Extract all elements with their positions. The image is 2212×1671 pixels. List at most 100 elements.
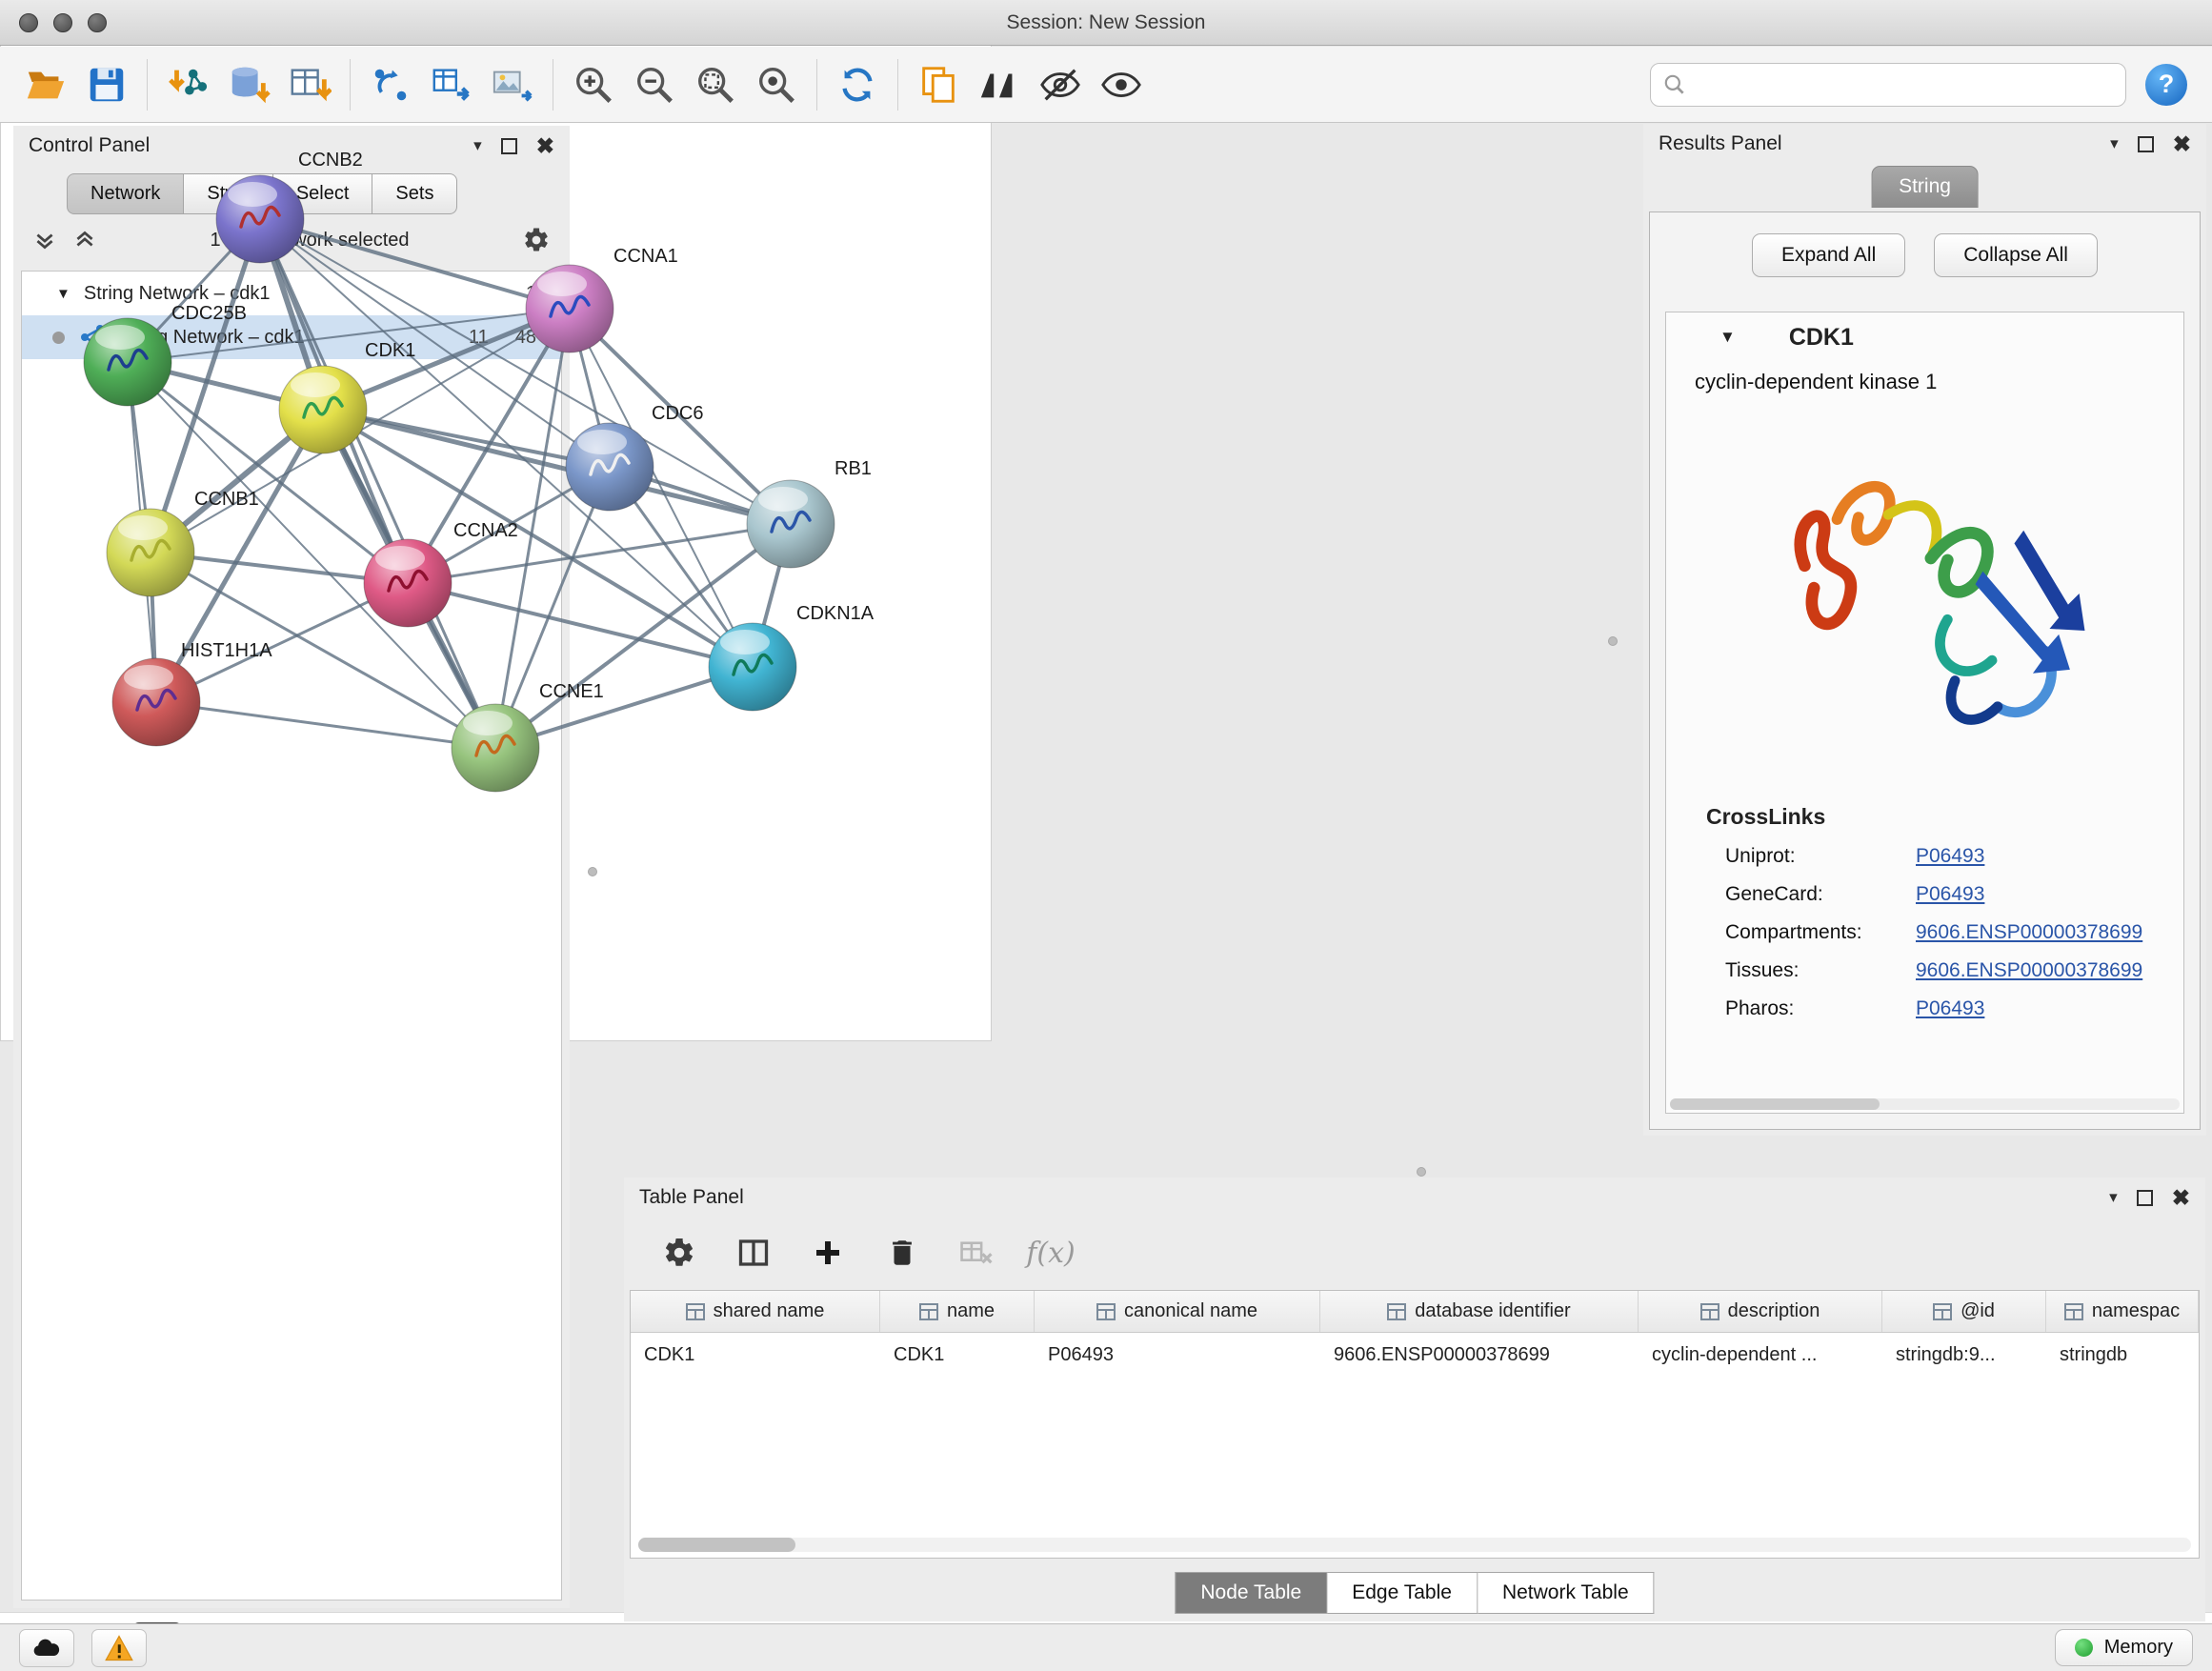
tissues-link[interactable]: 9606.ENSP00000378699	[1916, 959, 2142, 982]
memory-label: Memory	[2104, 1637, 2173, 1659]
crosslink-row: Tissues: 9606.ENSP00000378699	[1666, 952, 2183, 990]
close-panel-icon[interactable]: ✖	[2172, 1185, 2190, 1211]
delete-column-button[interactable]	[879, 1230, 925, 1276]
results-body: Expand All Collapse All ▼ CDK1 cyclin-de…	[1649, 211, 2201, 1130]
eye-icon	[1099, 63, 1143, 107]
status-bar: Memory	[0, 1623, 2212, 1671]
network-node-ccna1[interactable]	[526, 265, 613, 352]
tab-edge-table[interactable]: Edge Table	[1327, 1572, 1478, 1614]
network-node-ccnb1[interactable]	[107, 509, 194, 596]
scrollbar-thumb[interactable]	[638, 1538, 795, 1552]
results-panel-header: Results Panel ▾ ✖	[1643, 124, 2206, 164]
network-node-ccne1[interactable]	[452, 704, 539, 792]
cell-name[interactable]: CDK1	[880, 1344, 1035, 1366]
node-label-ccne1: CCNE1	[539, 681, 604, 702]
eye-slash-pen-icon	[1038, 63, 1082, 107]
crosslink-label: Tissues:	[1725, 959, 1916, 982]
float-panel-icon[interactable]	[2137, 1190, 2153, 1206]
network-node-cdkn1a[interactable]	[709, 623, 796, 711]
protein-detail-card: ▼ CDK1 cyclin-dependent kinase 1	[1665, 312, 2184, 1114]
network-node-cdk1[interactable]	[279, 366, 367, 453]
uniprot-link[interactable]: P06493	[1916, 845, 1984, 868]
help-button[interactable]: ?	[2145, 64, 2187, 106]
compartments-link[interactable]: 9606.ENSP00000378699	[1916, 921, 2142, 944]
crosslink-row: GeneCard: P06493	[1666, 876, 2183, 914]
warning-icon	[105, 1635, 133, 1661]
column-header[interactable]: canonical name	[1035, 1291, 1320, 1332]
tab-string[interactable]: String	[1871, 166, 1979, 208]
warnings-button[interactable]	[91, 1629, 147, 1667]
table-horizontal-scrollbar[interactable]	[638, 1538, 2191, 1552]
column-header[interactable]: @id	[1882, 1291, 2046, 1332]
network-canvas[interactable]: CCNB2CCNA1CDC25BCDK1CDC6RB1CCNB1CCNA2CDK…	[0, 0, 990, 980]
column-icon	[686, 1303, 705, 1320]
network-view-panel: CCNB2CCNA1CDC25BCDK1CDC6RB1CCNB1CCNA2CDK…	[0, 0, 992, 1041]
add-column-button[interactable]	[805, 1230, 851, 1276]
panel-menu-icon[interactable]: ▾	[2109, 1188, 2118, 1207]
crosslink-row: Compartments: 9606.ENSP00000378699	[1666, 914, 2183, 952]
columns-icon	[736, 1236, 771, 1270]
node-table: shared name name canonical name database…	[630, 1290, 2200, 1559]
left-splitter-grip[interactable]	[588, 867, 597, 876]
search-icon	[1662, 72, 1687, 97]
network-node-cdc6[interactable]	[566, 423, 654, 511]
node-label-ccna1: CCNA1	[613, 246, 678, 267]
column-icon	[1387, 1303, 1406, 1320]
node-label-ccna2: CCNA2	[453, 520, 518, 541]
memory-button[interactable]: Memory	[2055, 1629, 2193, 1666]
network-edges	[128, 219, 791, 748]
cell-description[interactable]: cyclin-dependent ...	[1639, 1344, 1882, 1366]
network-node-cdc25b[interactable]	[84, 318, 171, 406]
show-columns-button[interactable]	[731, 1230, 776, 1276]
results-horizontal-scrollbar[interactable]	[1670, 1098, 2180, 1110]
cell-namespace[interactable]: stringdb	[2046, 1344, 2199, 1366]
network-node-ccna2[interactable]	[364, 539, 452, 627]
crosslink-label: GeneCard:	[1725, 883, 1916, 906]
node-label-ccnb2: CCNB2	[298, 150, 363, 171]
column-header[interactable]: name	[880, 1291, 1035, 1332]
delete-table-button[interactable]	[954, 1230, 999, 1276]
cell-id[interactable]: stringdb:9...	[1882, 1344, 2046, 1366]
panel-menu-icon[interactable]: ▾	[2110, 134, 2119, 153]
table-toolbar: f(x)	[624, 1221, 1074, 1284]
float-panel-icon[interactable]	[2138, 136, 2154, 152]
show-graphics-button[interactable]	[1091, 54, 1152, 115]
hide-graphics-button[interactable]	[1030, 54, 1091, 115]
close-panel-icon[interactable]: ✖	[2173, 131, 2191, 157]
pharos-link[interactable]: P06493	[1916, 997, 1984, 1020]
cell-database-identifier[interactable]: 9606.ENSP00000378699	[1320, 1344, 1639, 1366]
tab-node-table[interactable]: Node Table	[1175, 1572, 1327, 1614]
genecard-link[interactable]: P06493	[1916, 883, 1984, 906]
tab-network-table[interactable]: Network Table	[1478, 1572, 1655, 1614]
crosslink-label: Pharos:	[1725, 997, 1916, 1020]
table-options-button[interactable]	[656, 1230, 702, 1276]
cell-shared-name[interactable]: CDK1	[631, 1344, 880, 1366]
protein-description: cyclin-dependent kinase 1	[1666, 362, 2183, 394]
network-node-ccnb2[interactable]	[216, 175, 304, 263]
right-splitter-grip[interactable]	[1608, 636, 1618, 646]
table-row[interactable]: CDK1 CDK1 P06493 9606.ENSP00000378699 cy…	[631, 1333, 2199, 1377]
crosslink-label: Uniprot:	[1725, 845, 1916, 868]
node-label-cdc25b: CDC25B	[171, 303, 247, 324]
column-header[interactable]: namespac	[2046, 1291, 2199, 1332]
bottom-splitter-grip[interactable]	[1417, 1167, 1426, 1177]
memory-status-dot	[2075, 1639, 2093, 1657]
column-icon	[1933, 1303, 1952, 1320]
collapse-protein-icon[interactable]: ▼	[1719, 328, 1736, 347]
node-label-ccnb1: CCNB1	[194, 489, 259, 510]
search-input[interactable]	[1697, 73, 2114, 95]
column-header[interactable]: description	[1639, 1291, 1882, 1332]
expand-all-button[interactable]: Expand All	[1752, 233, 1905, 277]
network-node-hist1h1a[interactable]	[112, 658, 200, 746]
collapse-all-button[interactable]: Collapse All	[1934, 233, 2098, 277]
function-builder-button[interactable]: f(x)	[1028, 1230, 1074, 1276]
protein-structure-image	[1749, 408, 2101, 779]
column-header[interactable]: shared name	[631, 1291, 880, 1332]
cell-canonical-name[interactable]: P06493	[1035, 1344, 1320, 1366]
column-header[interactable]: database identifier	[1320, 1291, 1639, 1332]
node-label-cdc6: CDC6	[652, 403, 703, 424]
gear-icon	[662, 1236, 696, 1270]
cloud-button[interactable]	[19, 1629, 74, 1667]
network-node-rb1[interactable]	[747, 480, 835, 568]
node-label-hist1h1a: HIST1H1A	[181, 640, 272, 661]
